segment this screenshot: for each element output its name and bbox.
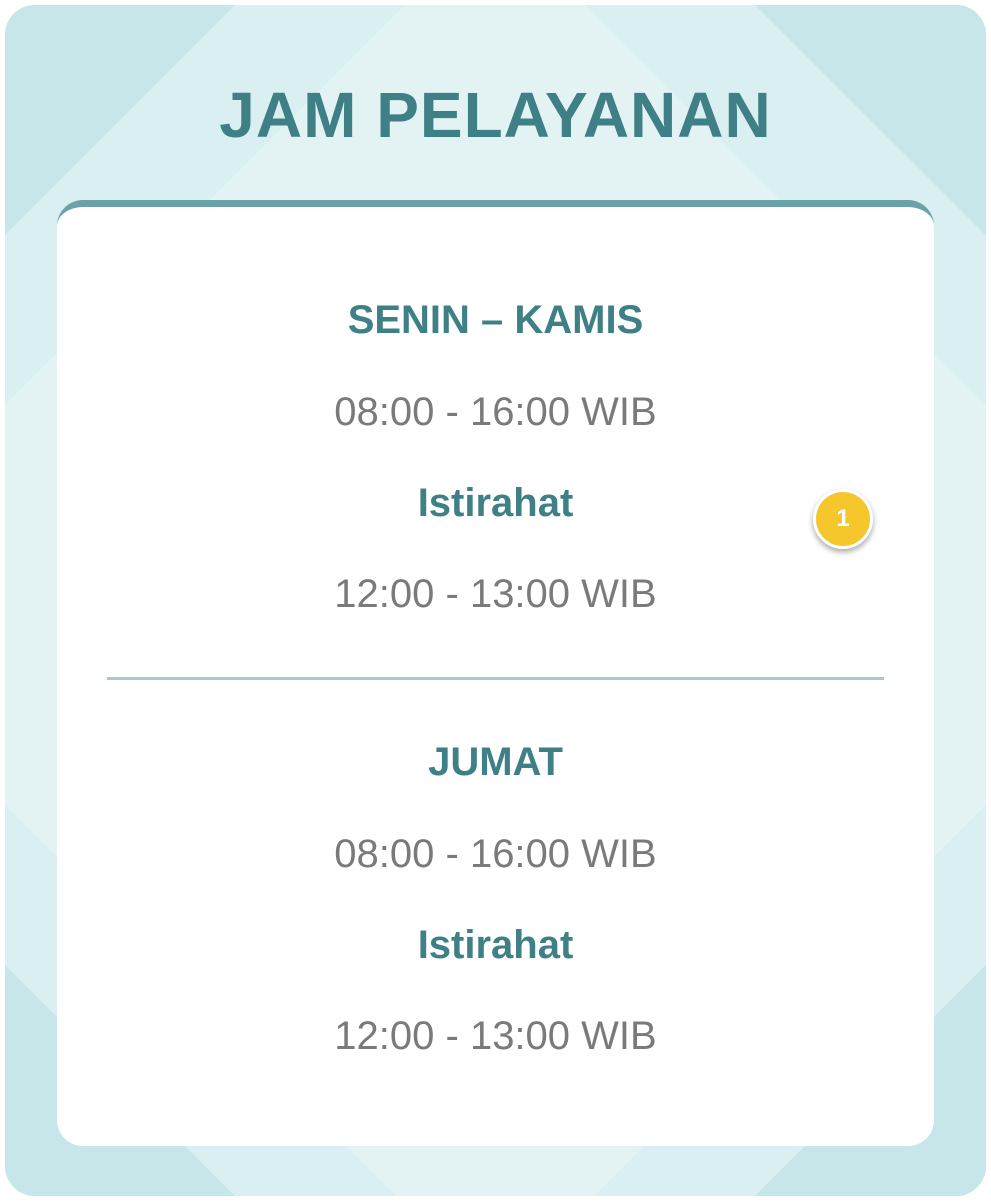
annotation-marker-badge[interactable]: 1 — [813, 489, 873, 549]
days-heading: SENIN – KAMIS — [347, 298, 644, 342]
break-hours: 12:00 - 13:00 WIB — [334, 1014, 657, 1058]
break-heading: Istirahat — [417, 481, 574, 525]
page-title: JAM PELAYANAN — [219, 79, 772, 151]
break-heading: Istirahat — [417, 923, 574, 967]
working-hours: 08:00 - 16:00 WIB — [334, 390, 657, 434]
section-divider — [107, 677, 884, 680]
working-hours: 08:00 - 16:00 WIB — [334, 832, 657, 876]
service-hours-panel: JAM PELAYANAN SENIN – KAMIS 08:00 - 16:0… — [5, 5, 986, 1196]
schedule-card: SENIN – KAMIS 08:00 - 16:00 WIB Istiraha… — [57, 200, 934, 1146]
break-hours: 12:00 - 13:00 WIB — [334, 572, 657, 616]
days-heading: JUMAT — [428, 740, 563, 784]
